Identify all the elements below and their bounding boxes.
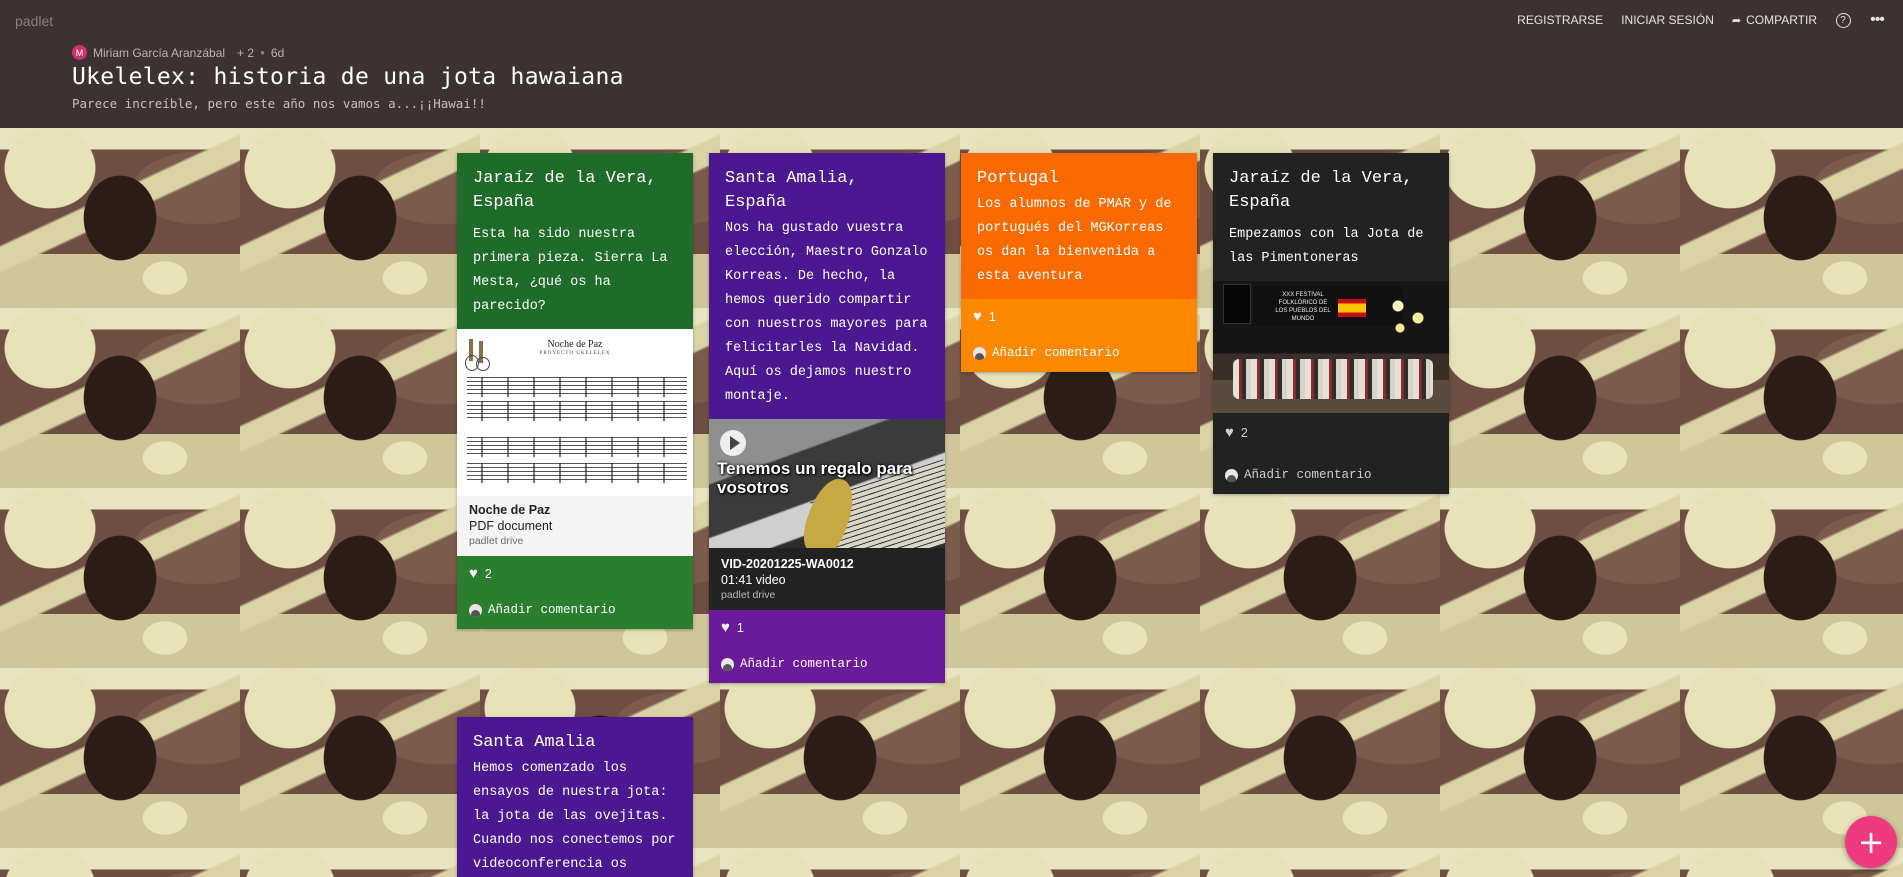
age: 6d [270, 45, 285, 60]
heart-icon: ♥ [973, 308, 982, 325]
like-button[interactable]: ♥ 2 [469, 566, 681, 581]
speaker [1223, 284, 1251, 324]
post-card[interactable]: Jaraíz de la Vera, España Esta ha sido n… [457, 153, 693, 629]
spain-flag [1338, 299, 1366, 317]
post-card[interactable]: Portugal Los alumnos de PMAR y de portug… [961, 153, 1197, 372]
attachment-source: padlet drive [721, 589, 776, 601]
author-name[interactable]: Miriam García Aranzábal [93, 46, 225, 60]
post-body: Nos ha gustado vuestra elección, Maestro… [725, 221, 928, 404]
add-comment-label: Añadir comentario [992, 346, 1120, 360]
heart-icon: ♥ [469, 565, 478, 582]
stage-lights [1388, 296, 1438, 336]
like-button[interactable]: ♥ 1 [721, 620, 933, 635]
post-title: Jaraíz de la Vera, España [1229, 169, 1413, 212]
like-count: 2 [1240, 425, 1248, 440]
video-attachment[interactable]: Tenemos un regalo para vosotros VID-2020… [709, 419, 945, 610]
help-icon[interactable]: ? [1835, 12, 1851, 28]
like-count: 1 [988, 309, 996, 324]
avatar[interactable]: M [72, 45, 87, 60]
ukulele-drawing-icon [465, 339, 490, 371]
user-avatar-icon [973, 346, 986, 360]
more-icon[interactable]: ••• [1869, 11, 1885, 28]
add-comment-label: Añadir comentario [740, 657, 868, 671]
like-button[interactable]: ♥ 1 [973, 309, 1185, 324]
add-comment[interactable]: Añadir comentario [469, 603, 681, 617]
pdf-attachment[interactable]: Noche de Paz PROYECTO UKELELEX Noche de … [457, 329, 693, 556]
login-label: INICIAR SESIÓN [1621, 13, 1714, 27]
attachment-source: padlet drive [469, 535, 524, 547]
add-comment[interactable]: Añadir comentario [1225, 468, 1437, 482]
add-comment-label: Añadir comentario [488, 603, 616, 617]
video-overlay-text: Tenemos un regalo para vosotros [717, 459, 913, 497]
staff-line [467, 401, 687, 421]
page-subtitle: Parece increíble, pero este año nos vamo… [72, 96, 486, 111]
pdf-preview: Noche de Paz PROYECTO UKELELEX [457, 329, 693, 496]
login-button[interactable]: INICIAR SESIÓN [1621, 13, 1714, 27]
add-comment[interactable]: Añadir comentario [973, 346, 1185, 360]
post-title: Jaraíz de la Vera, España [473, 169, 657, 212]
staff-line [467, 377, 687, 397]
heart-icon: ♥ [721, 619, 730, 636]
padlet-logo[interactable]: padlet [15, 13, 53, 29]
staff-line [467, 463, 687, 483]
add-comment[interactable]: Añadir comentario [721, 657, 933, 671]
pdf-preview-title: Noche de Paz [547, 339, 603, 350]
share-label: COMPARTIR [1746, 13, 1817, 27]
header: padlet REGISTRARSE INICIAR SESIÓN ➦ COMP… [0, 0, 1903, 128]
like-button[interactable]: ♥ 2 [1225, 425, 1437, 440]
like-count: 1 [736, 620, 744, 635]
post-meta: M Miriam García Aranzábal + 2 ● 6d [72, 45, 284, 60]
register-button[interactable]: REGISTRARSE [1517, 13, 1603, 27]
post-body: Los alumnos de PMAR y de portugués del M… [977, 197, 1172, 284]
festival-banner-text: XXX FESTIVAL FOLKLÓRICO DE LOS PUEBLOS D… [1275, 292, 1331, 322]
share-arrow-icon: ➦ [1731, 14, 1742, 27]
user-avatar-icon [469, 603, 482, 617]
dancers [1233, 359, 1433, 399]
attachment-name: VID-20201225-WA0012 [721, 557, 854, 571]
attachment-type: 01:41 video [721, 573, 786, 587]
post-body: Esta ha sido nuestra primera pieza. Sier… [473, 227, 668, 314]
separator-dot: ● [260, 48, 265, 57]
attachment-type: PDF document [469, 519, 553, 533]
post-body: Hemos comenzado los ensayos de nuestra j… [473, 761, 676, 872]
pdf-preview-subtitle: PROYECTO UKELELEX [539, 351, 611, 356]
top-nav: REGISTRARSE INICIAR SESIÓN ➦ COMPARTIR ?… [1517, 11, 1903, 28]
contributors-count: + 2 [237, 45, 255, 60]
post-card[interactable]: Santa Amalia, España Nos ha gustado vues… [709, 153, 945, 683]
like-count: 2 [484, 566, 492, 581]
register-label: REGISTRARSE [1517, 13, 1604, 27]
wall-background [0, 128, 1903, 877]
post-title: Portugal [977, 169, 1059, 188]
attachment-name: Noche de Paz [469, 503, 551, 517]
post-card[interactable]: Jaraíz de la Vera, España Empezamos con … [1213, 153, 1449, 494]
add-comment-label: Añadir comentario [1244, 468, 1372, 482]
post-card[interactable]: Santa Amalia Hemos comenzado los ensayos… [457, 717, 693, 877]
post-title: Santa Amalia [473, 733, 596, 752]
heart-icon: ♥ [1225, 424, 1234, 441]
staff-line [467, 437, 687, 457]
post-title: Santa Amalia, España [725, 169, 858, 212]
post-photo[interactable]: XXX FESTIVAL FOLKLÓRICO DE LOS PUEBLOS D… [1213, 281, 1449, 413]
user-avatar-icon [721, 657, 734, 671]
video-thumbnail: Tenemos un regalo para vosotros [709, 419, 945, 548]
add-post-button[interactable]: + [1845, 816, 1897, 868]
user-avatar-icon [1225, 468, 1238, 482]
share-button[interactable]: ➦ COMPARTIR [1732, 13, 1817, 27]
post-body: Empezamos con la Jota de las Pimentonera… [1229, 227, 1424, 266]
play-icon[interactable] [720, 430, 746, 456]
page-title: Ukelelex: historia de una jota hawaiana [72, 64, 624, 90]
